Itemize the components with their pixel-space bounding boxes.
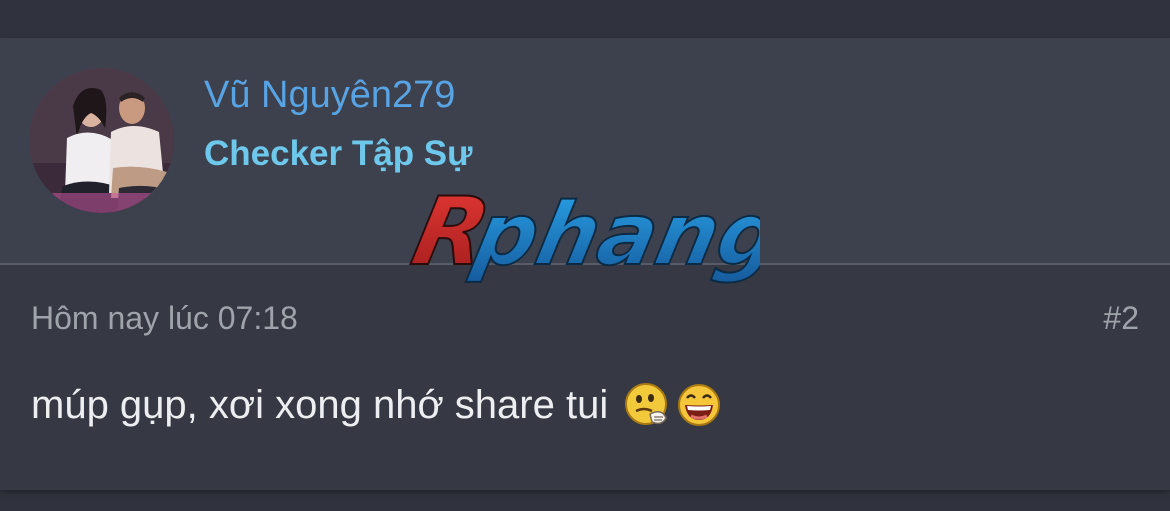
laughing-smiley-icon: [674, 380, 724, 430]
author-title-badge: Checker Tập Sự: [204, 134, 473, 173]
post-timestamp[interactable]: Hôm nay lúc 07:18: [31, 300, 298, 337]
post-message-text: múp gụp, xơi xong nhớ share tui: [31, 382, 609, 427]
thinking-smiley-icon: [622, 380, 672, 430]
post-message: múp gụp, xơi xong nhớ share tui: [31, 380, 724, 430]
avatar[interactable]: [29, 68, 174, 213]
post-number-link[interactable]: #2: [1103, 300, 1139, 337]
author-name[interactable]: Vũ Nguyên279: [204, 74, 455, 117]
rphang-watermark-logo: R phang: [403, 172, 792, 296]
svg-text:phang: phang: [465, 184, 760, 285]
